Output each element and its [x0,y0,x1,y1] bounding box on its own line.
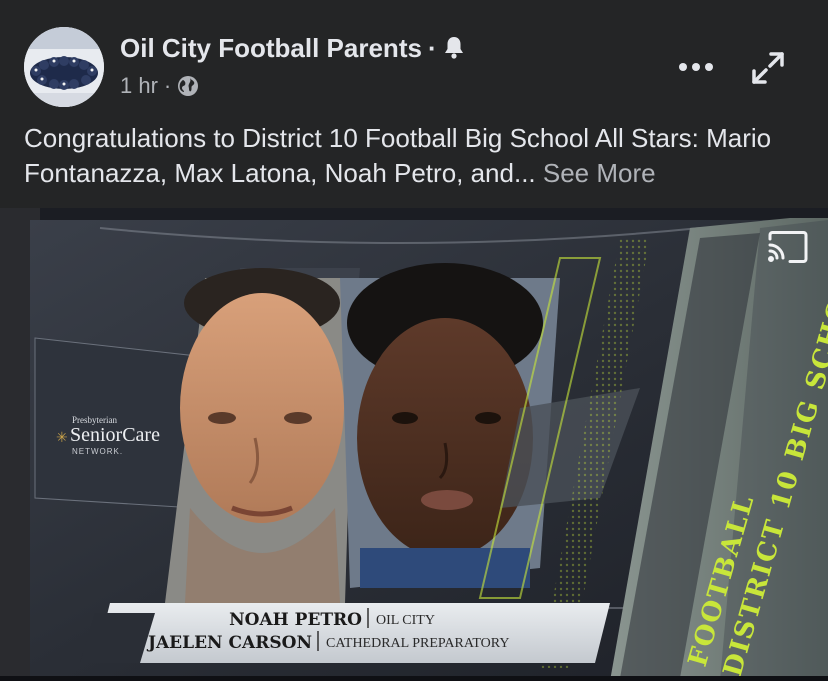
player1-name: NOAH PETRO [229,610,362,630]
expand-icon [752,52,784,84]
player1-school: OIL CITY [376,613,435,628]
more-options-icon [679,63,713,71]
player-photo-1 [165,268,355,603]
post-header: Oil City Football Parents · 1 hr · [0,0,828,115]
cast-button[interactable] [766,229,810,267]
more-options-button[interactable] [676,55,716,79]
sponsor-main-text: SeniorCare [70,424,160,446]
dot-separator: · [427,33,437,63]
page-avatar[interactable] [24,27,104,107]
lower-third: NOAH PETRO OIL CITY JAELEN CARSON CATHED… [80,603,610,663]
cast-icon [768,231,808,263]
sponsor-network-text: NETWORK. [72,447,123,456]
globe-icon [177,75,199,103]
page-name-link[interactable]: Oil City Football Parents [120,33,422,63]
bell-icon[interactable] [443,35,465,66]
see-more-link[interactable]: See More [543,158,656,188]
post-media[interactable]: Presbyterian ✳ SeniorCare NETWORK. NOAH … [0,208,828,681]
caption-text: Congratulations to District 10 Football … [24,123,772,188]
player2-name: JAELEN CARSON [146,633,312,653]
svg-text:✳: ✳ [56,430,68,446]
post-meta: 1 hr · [120,73,199,103]
post-timestamp[interactable]: 1 hr [120,73,158,98]
player2-school: CATHEDRAL PREPARATORY [326,636,509,651]
meta-separator: · [163,73,172,98]
tv-graphic: Presbyterian ✳ SeniorCare NETWORK. NOAH … [0,208,828,681]
post-caption: Congratulations to District 10 Football … [24,121,814,191]
page-name-row: Oil City Football Parents · [120,33,465,66]
expand-button[interactable] [750,50,786,86]
